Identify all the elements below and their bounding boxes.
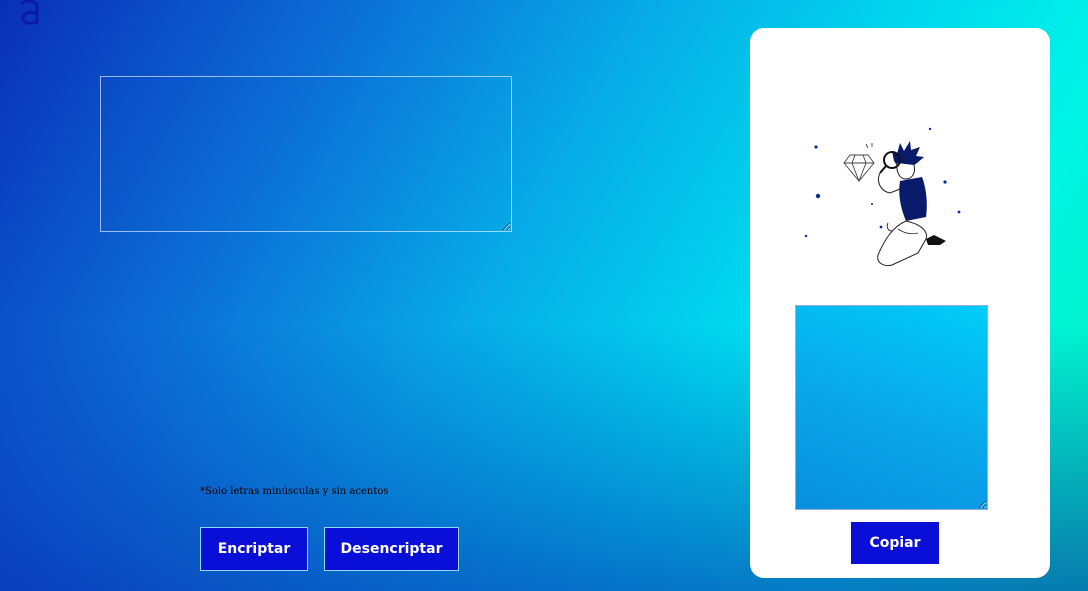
message-input[interactable] <box>100 76 512 232</box>
output-panel: Copiar <box>750 28 1050 578</box>
person-with-magnifier-illustration <box>800 123 970 273</box>
decrypt-button[interactable]: Desencriptar <box>324 527 459 571</box>
copy-button[interactable]: Copiar <box>851 522 939 564</box>
result-output[interactable] <box>795 305 988 510</box>
input-hint: *Solo letras minúsculas y sin acentos <box>200 486 389 497</box>
alura-logo-icon <box>18 0 42 26</box>
encrypt-button[interactable]: Encriptar <box>200 527 308 571</box>
